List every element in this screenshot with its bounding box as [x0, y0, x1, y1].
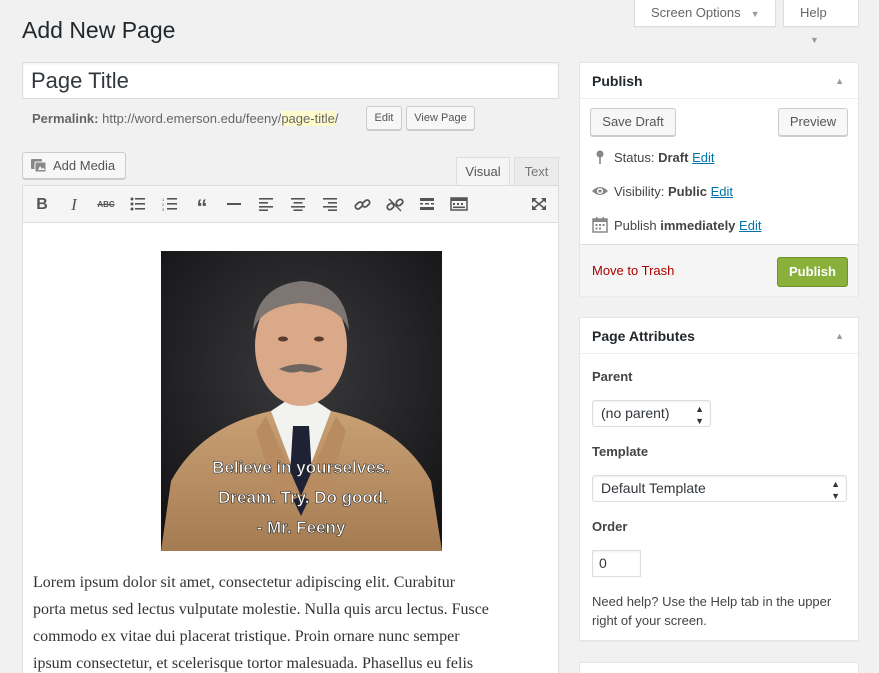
body-line: porta metus sed lectus vulputate molesti…	[33, 601, 489, 618]
caret-down-icon: ▼	[750, 9, 760, 19]
move-to-trash-link[interactable]: Move to Trash	[592, 263, 674, 278]
link-icon[interactable]	[353, 196, 373, 214]
add-media-label: Add Media	[53, 158, 116, 173]
body-line: commodo ex vitae dui placerat tristique.…	[33, 628, 460, 645]
schedule-edit-link[interactable]: Edit	[739, 218, 761, 233]
help-label: Help	[800, 5, 827, 20]
fullscreen-icon[interactable]	[529, 196, 549, 214]
horizontal-rule-icon[interactable]	[224, 196, 244, 214]
parent-label: Parent	[592, 369, 633, 384]
template-select[interactable]: Default Template ▲ ▼	[592, 475, 847, 502]
blockquote-icon[interactable]: “	[192, 196, 212, 220]
caption-line-3: - Mr. Feeny	[257, 518, 346, 537]
parent-value: (no parent)	[601, 405, 670, 421]
page-attributes-box: Page Attributes ▲ Parent (no parent) ▲ ▼ …	[579, 317, 859, 641]
svg-text:3: 3	[162, 207, 165, 211]
visibility-row: Visibility: Public Edit	[592, 183, 733, 199]
visibility-label: Visibility:	[614, 184, 665, 199]
order-label: Order	[592, 519, 628, 534]
schedule-label: Publish	[614, 218, 657, 233]
schedule-value: immediately	[660, 218, 736, 233]
body-line: Lorem ipsum dolor sit amet, consectetur …	[33, 574, 456, 591]
status-row: Status: Draft Edit	[592, 149, 714, 165]
permalink-edit-button[interactable]: Edit	[366, 106, 402, 130]
preview-button[interactable]: Preview	[778, 108, 848, 136]
publish-heading: Publish	[592, 73, 643, 89]
toolbar-toggle-icon[interactable]	[449, 196, 469, 214]
help-button[interactable]: Help ▼	[783, 0, 859, 45]
permalink-label: Permalink:	[32, 111, 99, 126]
publish-box: Publish ▲ Save Draft Preview Status: Dra…	[579, 62, 859, 296]
page-attributes-heading: Page Attributes	[592, 328, 695, 344]
calendar-icon	[592, 217, 608, 233]
visibility-edit-link[interactable]: Edit	[711, 184, 733, 199]
permalink-base: http://word.emerson.edu/feeny/	[102, 111, 282, 126]
screen-options-button[interactable]: Screen Options ▼	[634, 0, 776, 27]
save-draft-button[interactable]: Save Draft	[590, 108, 676, 136]
bold-icon[interactable]: B	[32, 196, 52, 214]
collapse-icon[interactable]: ▲	[835, 318, 844, 354]
align-center-icon[interactable]	[288, 196, 308, 214]
numbered-list-icon[interactable]: 123	[160, 196, 180, 214]
align-left-icon[interactable]	[256, 196, 276, 214]
screen-options-label: Screen Options	[651, 5, 741, 20]
feeny-portrait: Believe in yourselves. Dream. Try. Do go…	[161, 251, 442, 551]
attributes-help-text: Need help? Use the Help tab in the upper…	[592, 594, 832, 628]
media-icon	[31, 159, 47, 172]
pin-icon	[596, 150, 604, 164]
read-more-icon[interactable]	[417, 196, 437, 214]
publish-actions: Move to Trash Publish	[580, 244, 858, 296]
content-editor[interactable]: B I ABC 123 “ Believe in yourselves. Dre…	[22, 185, 559, 673]
add-media-button[interactable]: Add Media	[22, 152, 126, 179]
caption-line-2: Dream. Try. Do good.	[218, 488, 388, 507]
select-arrows-icon: ▲ ▼	[831, 479, 840, 501]
template-label: Template	[592, 444, 649, 459]
strikethrough-icon[interactable]: ABC	[96, 196, 116, 214]
additional-box	[579, 662, 859, 673]
publish-box-header[interactable]: Publish ▲	[580, 63, 858, 99]
italic-icon[interactable]: I	[64, 196, 84, 214]
visibility-value: Public	[667, 184, 707, 199]
collapse-icon[interactable]: ▲	[835, 63, 844, 99]
template-value: Default Template	[601, 480, 706, 496]
permalink-tail: /	[334, 111, 339, 126]
bullet-list-icon[interactable]	[128, 196, 148, 214]
tab-visual[interactable]: Visual	[456, 157, 510, 186]
permalink: Permalink: http://word.emerson.edu/feeny…	[32, 111, 338, 126]
eye-icon	[592, 187, 608, 195]
caption-line-1: Believe in yourselves.	[212, 458, 390, 477]
permalink-slug[interactable]: page-title	[281, 111, 335, 126]
editor-toolbar: B I ABC 123 “	[23, 186, 558, 223]
status-edit-link[interactable]: Edit	[692, 150, 714, 165]
feeny-image[interactable]: Believe in yourselves. Dream. Try. Do go…	[161, 251, 442, 551]
body-line: ipsum consectetur, et scelerisque tortor…	[33, 655, 474, 672]
status-value: Draft	[658, 150, 689, 165]
tab-text[interactable]: Text	[514, 157, 559, 185]
status-label: Status:	[614, 150, 655, 165]
page-title: Add New Page	[22, 17, 176, 43]
parent-select[interactable]: (no parent) ▲ ▼	[592, 400, 711, 427]
publish-button[interactable]: Publish	[777, 257, 848, 287]
caret-down-icon: ▼	[810, 35, 819, 45]
align-right-icon[interactable]	[320, 196, 340, 214]
select-arrows-icon: ▲ ▼	[695, 404, 704, 426]
schedule-row: Publish immediately Edit	[592, 217, 761, 233]
unlink-icon[interactable]	[385, 196, 405, 214]
view-page-button[interactable]: View Page	[406, 106, 475, 130]
order-input[interactable]: 0	[592, 550, 641, 577]
post-title-input[interactable]	[22, 62, 559, 99]
editor-body-text[interactable]: Lorem ipsum dolor sit amet, consectetur …	[33, 569, 558, 673]
page-attributes-header[interactable]: Page Attributes ▲	[580, 318, 858, 354]
